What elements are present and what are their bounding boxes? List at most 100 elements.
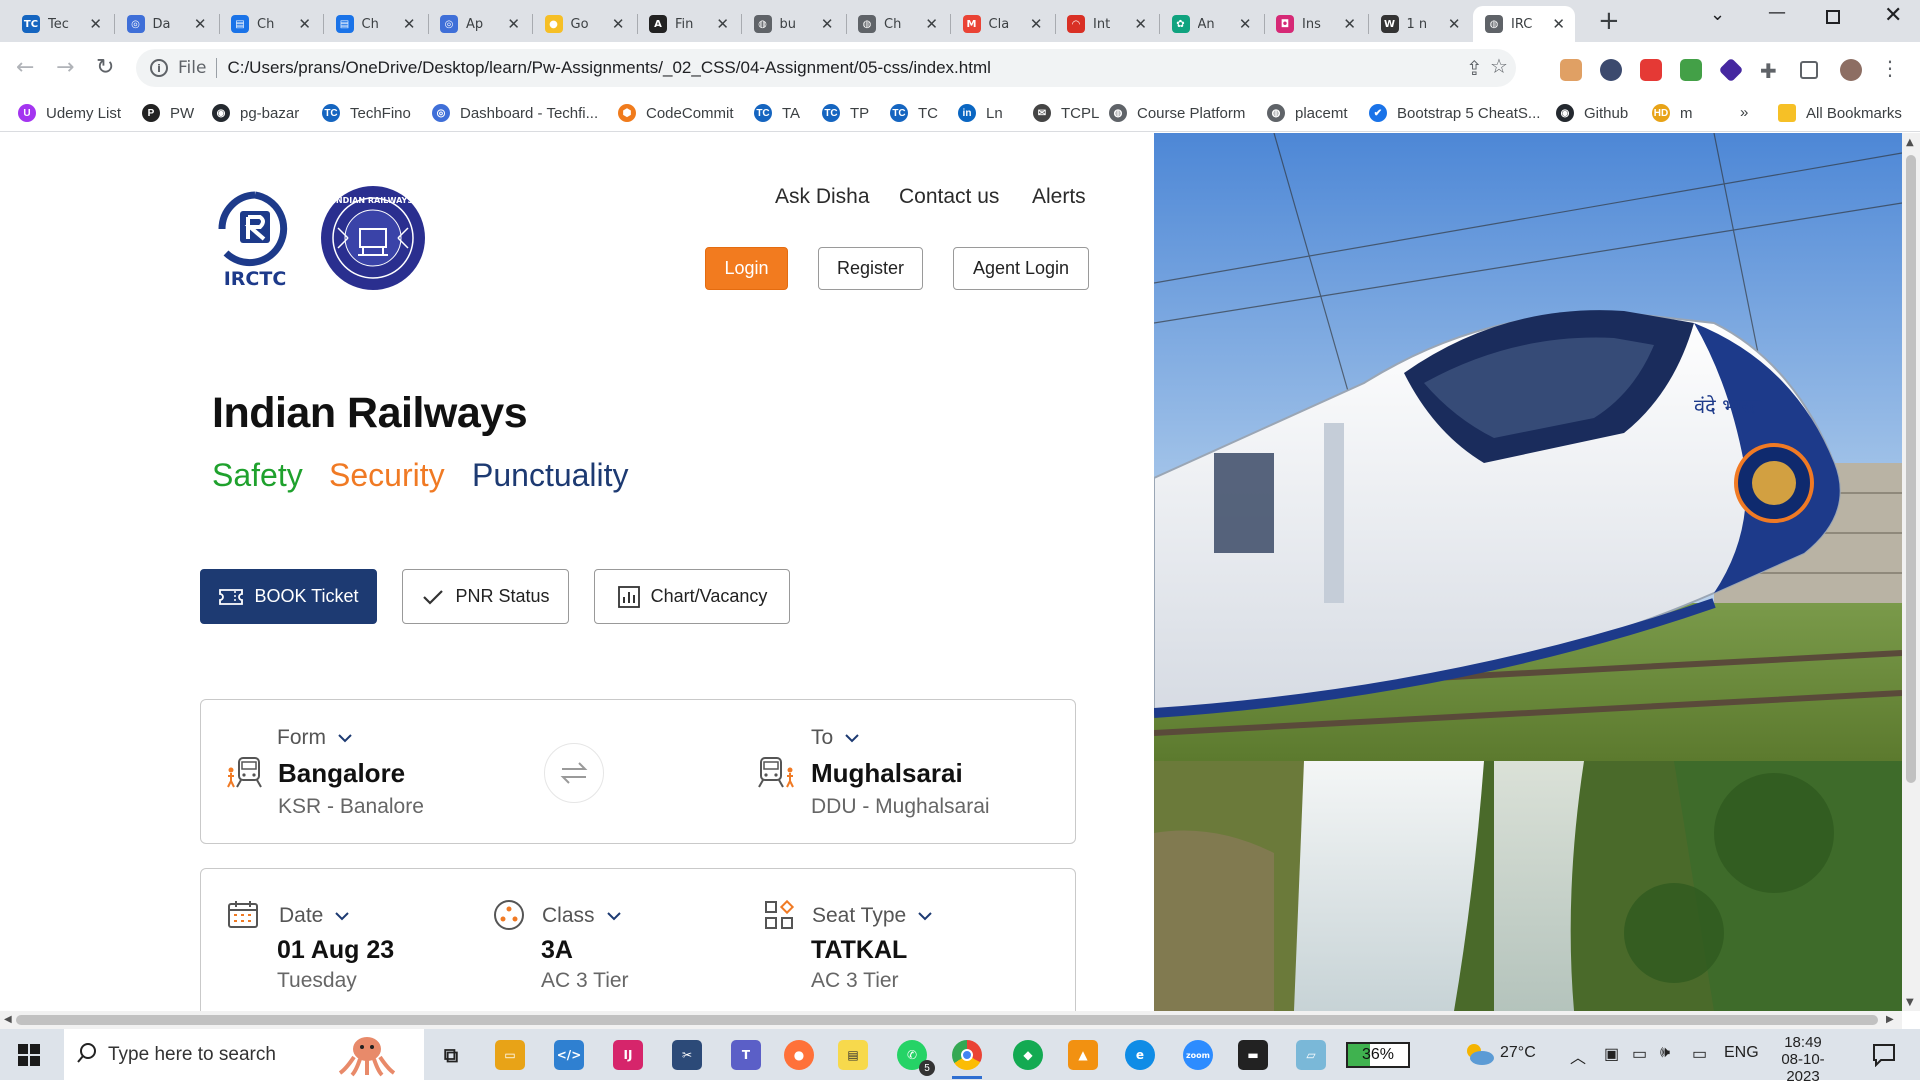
irctc-logo[interactable]: IRCTC xyxy=(210,183,300,293)
close-tab-icon[interactable]: ✕ xyxy=(1134,15,1147,33)
vscode-icon[interactable]: </> xyxy=(554,1040,584,1070)
browser-tab[interactable]: ◎ Da ✕ xyxy=(115,6,217,42)
browser-tab[interactable]: W 1 n ✕ xyxy=(1369,6,1471,42)
extension-k-icon[interactable] xyxy=(1600,59,1622,81)
address-bar[interactable]: i File C:/Users/prans/OneDrive/Desktop/l… xyxy=(136,49,1516,87)
bookmark-item[interactable]: HD m xyxy=(1652,104,1693,122)
date-dropdown[interactable]: Date xyxy=(279,904,350,928)
close-tab-icon[interactable]: ✕ xyxy=(821,15,834,33)
browser-tab[interactable]: ◍ bu ✕ xyxy=(742,6,844,42)
new-tab-button[interactable]: + xyxy=(1598,8,1620,34)
browser-tab[interactable]: ◍ Ch ✕ xyxy=(846,6,948,42)
language-indicator[interactable]: ENG xyxy=(1724,1044,1759,1062)
minimize-button[interactable]: — xyxy=(1768,2,1786,23)
site-info-icon[interactable]: i xyxy=(150,59,168,77)
bookmark-item[interactable]: TC TP xyxy=(822,104,869,122)
bookmark-star-icon[interactable]: ☆ xyxy=(1490,54,1508,78)
extension-megaphone-icon[interactable] xyxy=(1640,59,1662,81)
scroll-right-arrow[interactable]: ▶ xyxy=(1886,1014,1894,1025)
bookmark-item[interactable]: ⬢ CodeCommit xyxy=(618,104,734,122)
bookmark-item[interactable]: P PW xyxy=(142,104,194,122)
close-tab-icon[interactable]: ✕ xyxy=(403,15,416,33)
nav-contact-us[interactable]: Contact us xyxy=(899,185,999,209)
reload-button[interactable]: ↻ xyxy=(96,55,114,80)
share-icon[interactable]: ⇪ xyxy=(1466,56,1483,80)
mongodb-compass-icon[interactable]: ◆ xyxy=(1013,1040,1043,1070)
close-tab-icon[interactable]: ✕ xyxy=(298,15,311,33)
scroll-down-arrow[interactable]: ▼ xyxy=(1906,997,1914,1008)
terminal-icon[interactable]: ▬ xyxy=(1238,1040,1268,1070)
show-hidden-icons[interactable]: ︿ xyxy=(1570,1044,1586,1068)
side-panel-icon[interactable] xyxy=(1800,61,1818,79)
address-url[interactable]: C:/Users/prans/OneDrive/Desktop/learn/Pw… xyxy=(227,58,990,78)
class-dropdown[interactable]: Class xyxy=(542,904,621,928)
tab-search-icon[interactable]: ⌄ xyxy=(1710,4,1725,25)
browser-tab[interactable]: M Cla ✕ xyxy=(951,6,1053,42)
browser-tab[interactable]: ◎ Ap ✕ xyxy=(428,6,530,42)
close-tab-icon[interactable]: ✕ xyxy=(1030,15,1043,33)
browser-tab[interactable]: ✿ An ✕ xyxy=(1160,6,1262,42)
close-tab-icon[interactable]: ✕ xyxy=(612,15,625,33)
scroll-up-arrow[interactable]: ▲ xyxy=(1906,137,1914,148)
extensions-puzzle-icon[interactable]: ✚ xyxy=(1760,59,1782,83)
bookmark-item[interactable]: ✉ TCPL xyxy=(1033,104,1099,122)
all-bookmarks-button[interactable]: All Bookmarks xyxy=(1778,104,1902,122)
intellij-icon[interactable]: IJ xyxy=(613,1040,643,1070)
bookmark-item[interactable]: ◉ pg-bazar xyxy=(212,104,299,122)
seat-type-dropdown[interactable]: Seat Type xyxy=(812,904,932,928)
swap-stations-button[interactable] xyxy=(544,743,604,803)
bookmark-item[interactable]: ◍ placemt xyxy=(1267,104,1348,122)
browser-tab[interactable]: ▤ Ch ✕ xyxy=(324,6,426,42)
more-bookmarks-button[interactable]: » xyxy=(1740,104,1748,121)
bookmark-item[interactable]: ◍ Course Platform xyxy=(1109,104,1245,122)
edge-icon[interactable]: e xyxy=(1125,1040,1155,1070)
back-button[interactable]: ← xyxy=(16,55,34,80)
close-window-button[interactable]: ✕ xyxy=(1884,3,1902,28)
network-icon[interactable]: ▣ xyxy=(1604,1044,1619,1064)
start-button[interactable] xyxy=(18,1044,40,1066)
battery-tray-icon[interactable]: ▭ xyxy=(1692,1044,1707,1064)
browser-tab[interactable]: TC Tec ✕ xyxy=(10,6,112,42)
weather-cloud-icon[interactable] xyxy=(1462,1041,1496,1071)
task-view-icon[interactable]: ⧉ xyxy=(436,1040,466,1070)
close-tab-icon[interactable]: ✕ xyxy=(1343,15,1356,33)
close-tab-icon[interactable]: ✕ xyxy=(716,15,729,33)
volume-icon[interactable]: 🕪 xyxy=(1660,1044,1670,1062)
close-tab-icon[interactable]: ✕ xyxy=(89,15,102,33)
browser-tab[interactable]: ◠ Int ✕ xyxy=(1055,6,1157,42)
bookmark-item[interactable]: in Ln xyxy=(958,104,1003,122)
bookmark-item[interactable]: TC TA xyxy=(754,104,800,122)
battery-indicator[interactable]: 36% xyxy=(1346,1042,1410,1068)
tab-active[interactable]: ◍ IRC ✕ xyxy=(1473,6,1575,42)
bookmark-item[interactable]: U Udemy List xyxy=(18,104,121,122)
close-tab-icon[interactable]: ✕ xyxy=(1239,15,1252,33)
browser-tab[interactable]: A Fin ✕ xyxy=(637,6,739,42)
horizontal-scroll-thumb[interactable] xyxy=(16,1015,1878,1025)
maximize-button[interactable] xyxy=(1826,10,1840,24)
bookmark-item[interactable]: ◎ Dashboard - Techfi... xyxy=(432,104,598,122)
firefox-icon[interactable]: ● xyxy=(784,1040,814,1070)
bookmark-item[interactable]: ◉ Github xyxy=(1556,104,1628,122)
agent-login-button[interactable]: Agent Login xyxy=(953,247,1089,290)
browser-menu-icon[interactable]: ⋮ xyxy=(1880,56,1902,80)
notepad-icon[interactable]: ▱ xyxy=(1296,1040,1326,1070)
close-tab-icon[interactable]: ✕ xyxy=(925,15,938,33)
from-dropdown[interactable]: Form xyxy=(277,726,352,750)
sticky-notes-icon[interactable]: ▤ xyxy=(838,1040,868,1070)
register-button[interactable]: Register xyxy=(818,247,923,290)
login-button[interactable]: Login xyxy=(705,247,788,290)
snipping-tool-icon[interactable]: ✂ xyxy=(672,1040,702,1070)
vertical-scroll-thumb[interactable] xyxy=(1906,155,1916,783)
forward-button[interactable]: → xyxy=(56,55,74,80)
scroll-left-arrow[interactable]: ◀ xyxy=(4,1014,12,1025)
office-app-icon[interactable]: ▲ xyxy=(1068,1040,1098,1070)
browser-tab[interactable]: ▤ Ch ✕ xyxy=(219,6,321,42)
bookmark-item[interactable]: TC TC xyxy=(890,104,938,122)
to-dropdown[interactable]: To xyxy=(811,726,859,750)
close-tab-icon[interactable]: ✕ xyxy=(1552,15,1565,33)
indian-railways-emblem[interactable]: INDIAN RAILWAYS xyxy=(318,183,428,293)
bookmark-item[interactable]: ✔ Bootstrap 5 CheatS... xyxy=(1369,104,1540,122)
zoom-icon[interactable]: zoom xyxy=(1183,1040,1213,1070)
horizontal-scrollbar[interactable]: ◀ ▶ xyxy=(0,1011,1902,1029)
extension-avatar-icon[interactable] xyxy=(1560,59,1582,81)
